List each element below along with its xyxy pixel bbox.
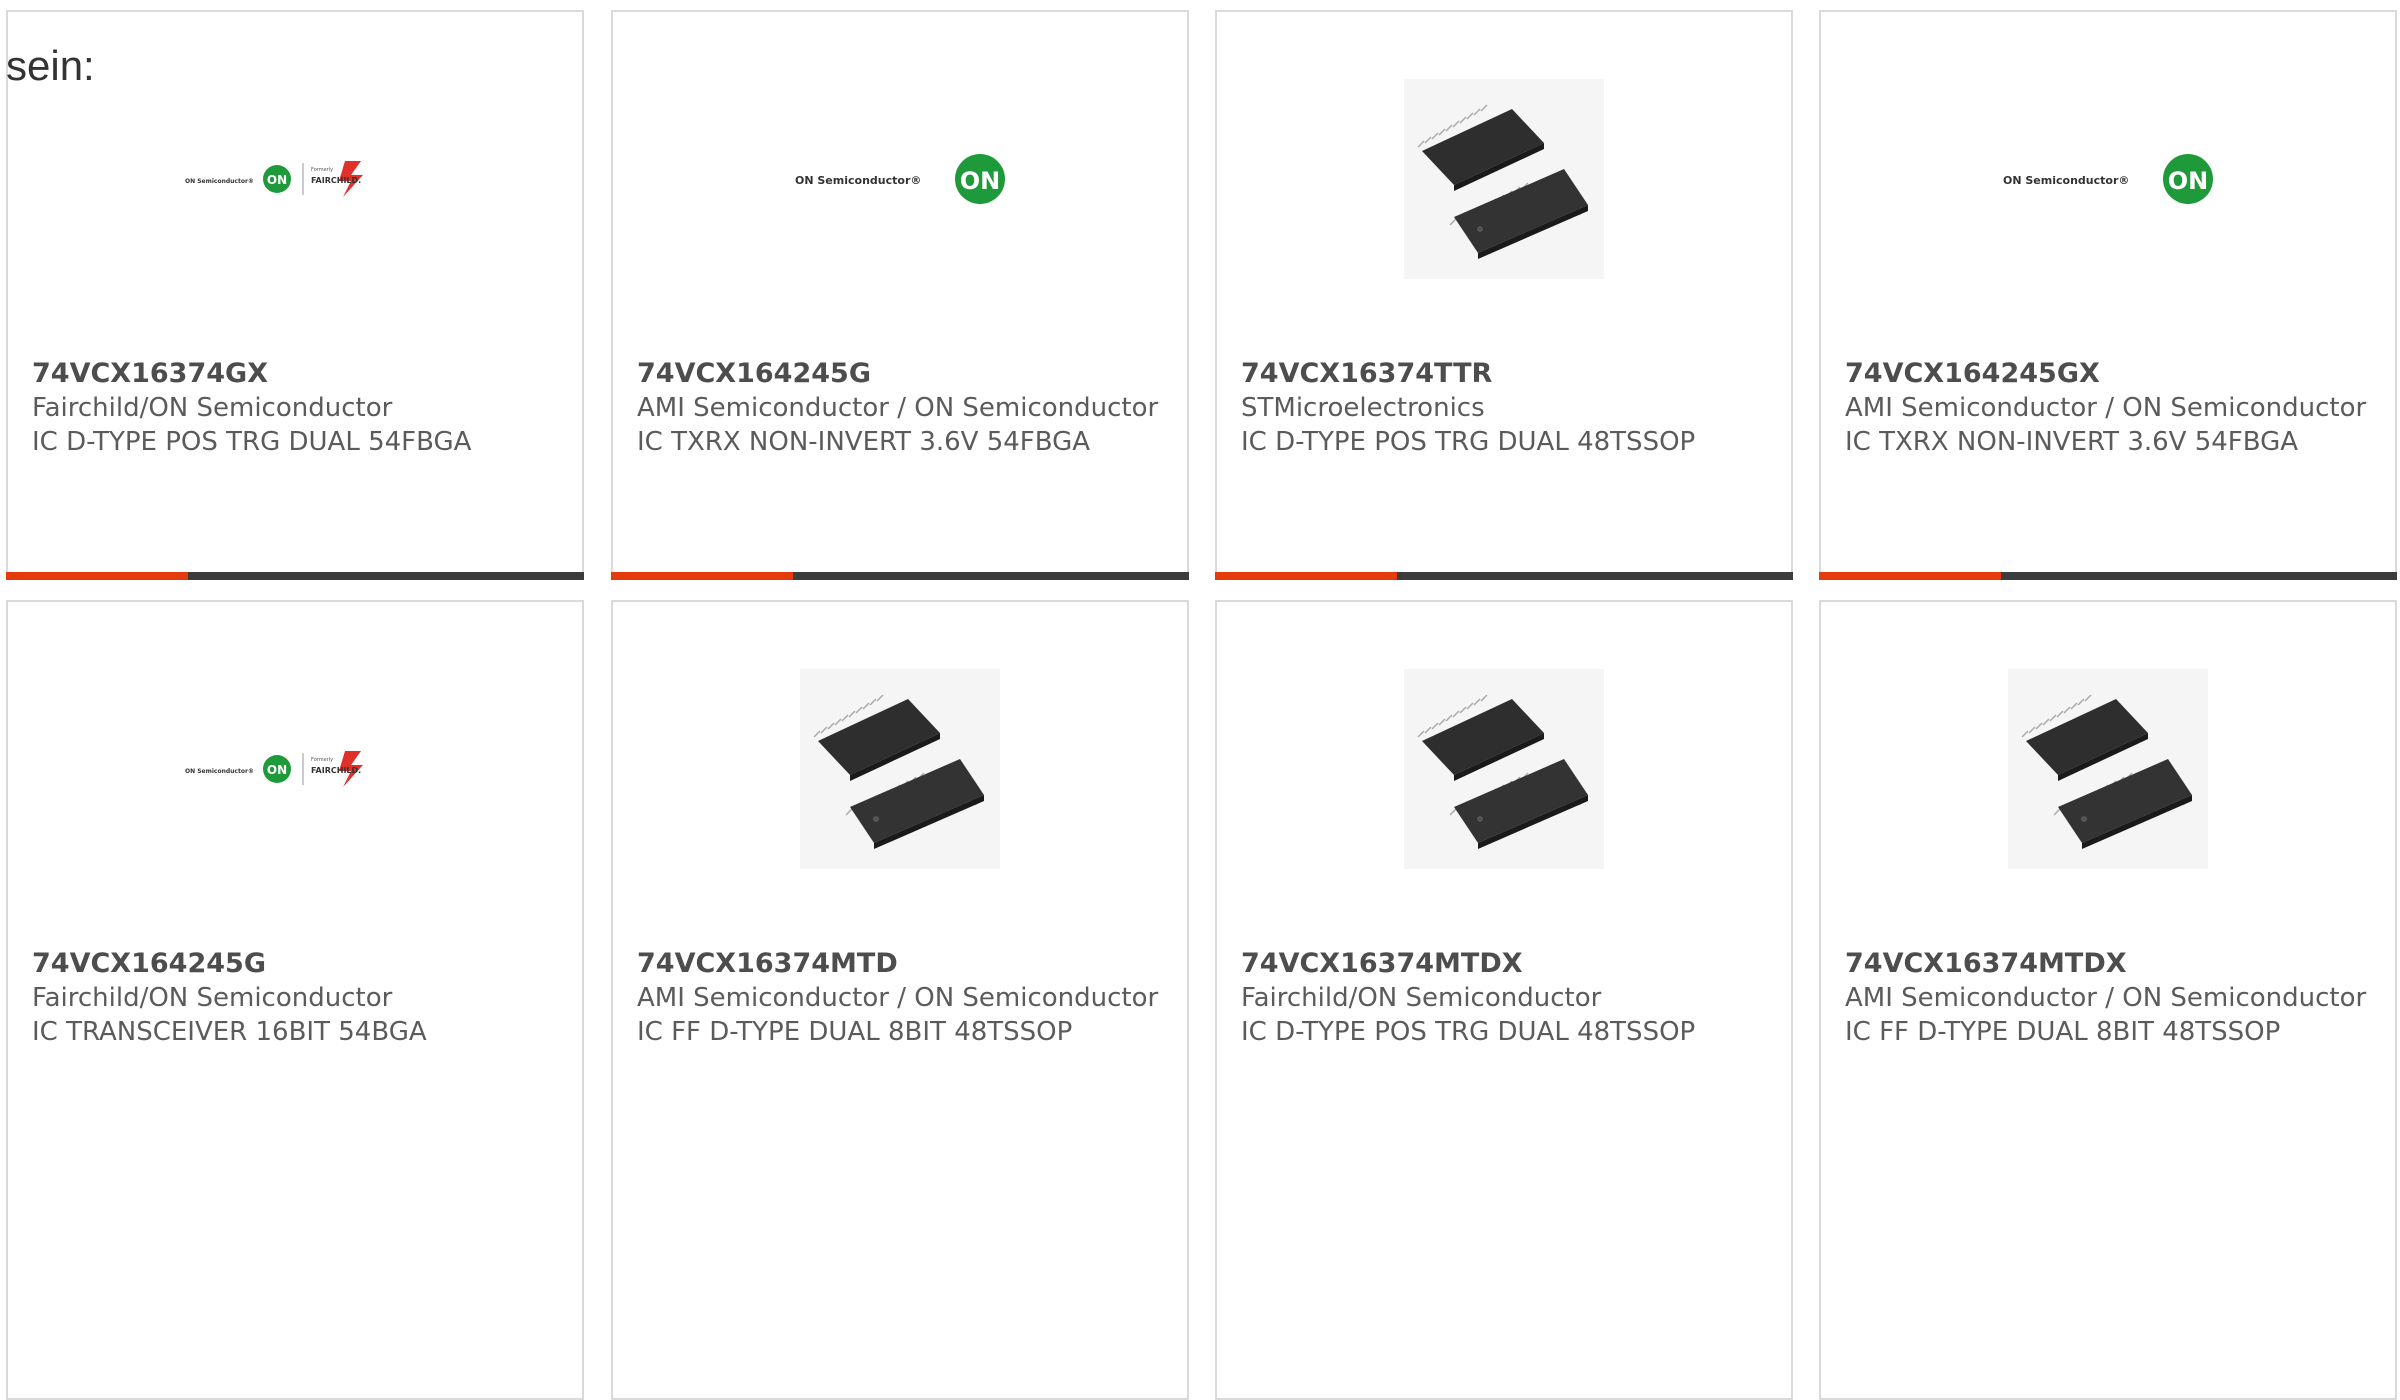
product-card[interactable]: ON Semiconductor® ON 74VCX164245GX AMI S… — [1819, 10, 2397, 580]
product-image: ON Semiconductor® ON — [613, 74, 1187, 284]
onsemi-logo-image: ON Semiconductor® ON — [2003, 154, 2213, 204]
product-image — [1217, 664, 1791, 874]
manufacturer: AMI Semiconductor / ON Semiconductor — [1845, 983, 2367, 1013]
card-bottom-bar — [1215, 572, 1793, 580]
description: IC FF D-TYPE DUAL 8BIT 48TSSOP — [1845, 1017, 2281, 1047]
description: IC D-TYPE POS TRG DUAL 54FBGA — [32, 427, 472, 457]
product-card[interactable]: ON Semiconductor® ON Formerly FAIRCHILD.… — [6, 600, 584, 1400]
part-number: 74VCX16374GX — [32, 358, 269, 389]
tssop-chip-photo — [1404, 669, 1604, 869]
svg-text:ON Semiconductor®: ON Semiconductor® — [185, 768, 254, 775]
product-image: ON Semiconductor® ON Formerly FAIRCHILD. — [8, 74, 582, 284]
product-image: ON Semiconductor® ON Formerly FAIRCHILD. — [8, 664, 582, 874]
manufacturer: Fairchild/ON Semiconductor — [1241, 983, 1602, 1013]
manufacturer: AMI Semiconductor / ON Semiconductor — [1845, 393, 2367, 423]
product-card[interactable]: ON Semiconductor® ON 74VCX164245G AMI Se… — [611, 10, 1189, 580]
part-number: 74VCX16374MTD — [637, 948, 898, 979]
svg-text:Formerly: Formerly — [311, 757, 333, 763]
manufacturer: Fairchild/ON Semiconductor — [32, 983, 393, 1013]
product-card[interactable]: 74VCX16374MTDX Fairchild/ON Semiconducto… — [1215, 600, 1793, 1400]
product-card[interactable]: ON Semiconductor® ON Formerly FAIRCHILD.… — [6, 10, 584, 580]
card-bottom-bar — [6, 572, 584, 580]
svg-text:Formerly: Formerly — [311, 167, 333, 173]
description: IC TXRX NON-INVERT 3.6V 54FBGA — [1845, 427, 2299, 457]
svg-text:ON: ON — [960, 167, 1001, 195]
manufacturer: AMI Semiconductor / ON Semiconductor — [637, 393, 1159, 423]
card-accent-bar — [6, 572, 188, 580]
onsemi-fairchild-logo-image: ON Semiconductor® ON Formerly FAIRCHILD. — [185, 751, 363, 787]
tssop-chip-photo — [800, 669, 1000, 869]
product-card[interactable]: 74VCX16374TTR STMicroelectronics IC D-TY… — [1215, 10, 1793, 580]
card-accent-bar — [1215, 572, 1397, 580]
product-image — [1821, 664, 2395, 874]
card-bottom-bar — [1819, 572, 2397, 580]
svg-text:FAIRCHILD.: FAIRCHILD. — [311, 176, 361, 185]
description: IC D-TYPE POS TRG DUAL 48TSSOP — [1241, 427, 1696, 457]
description: IC D-TYPE POS TRG DUAL 48TSSOP — [1241, 1017, 1696, 1047]
manufacturer: STMicroelectronics — [1241, 393, 1485, 423]
svg-text:ON: ON — [2168, 167, 2209, 195]
tssop-chip-photo — [1404, 79, 1604, 279]
intro-text: sein: — [6, 42, 95, 89]
product-card[interactable]: 74VCX16374MTDX AMI Semiconductor / ON Se… — [1819, 600, 2397, 1400]
svg-text:ON Semiconductor®: ON Semiconductor® — [2003, 174, 2129, 187]
part-number: 74VCX164245G — [32, 948, 266, 979]
svg-text:ON: ON — [267, 763, 287, 777]
part-number: 74VCX164245GX — [1845, 358, 2100, 389]
svg-text:ON Semiconductor®: ON Semiconductor® — [795, 174, 921, 187]
part-number: 74VCX16374MTDX — [1241, 948, 1523, 979]
svg-text:ON: ON — [267, 173, 287, 187]
description: IC FF D-TYPE DUAL 8BIT 48TSSOP — [637, 1017, 1073, 1047]
onsemi-logo-image: ON Semiconductor® ON — [795, 154, 1005, 204]
card-accent-bar — [611, 572, 793, 580]
card-bottom-bar — [611, 572, 1189, 580]
part-number: 74VCX16374MTDX — [1845, 948, 2127, 979]
card-accent-bar — [1819, 572, 2001, 580]
product-image — [613, 664, 1187, 874]
onsemi-fairchild-logo-image: ON Semiconductor® ON Formerly FAIRCHILD. — [185, 161, 363, 197]
svg-text:ON Semiconductor®: ON Semiconductor® — [185, 178, 254, 185]
description: IC TRANSCEIVER 16BIT 54BGA — [32, 1017, 427, 1047]
description: IC TXRX NON-INVERT 3.6V 54FBGA — [637, 427, 1091, 457]
product-card[interactable]: 74VCX16374MTD AMI Semiconductor / ON Sem… — [611, 600, 1189, 1400]
manufacturer: Fairchild/ON Semiconductor — [32, 393, 393, 423]
tssop-chip-photo — [2008, 669, 2208, 869]
product-image: ON Semiconductor® ON — [1821, 74, 2395, 284]
part-number: 74VCX164245G — [637, 358, 871, 389]
product-image — [1217, 74, 1791, 284]
part-number: 74VCX16374TTR — [1241, 358, 1493, 389]
manufacturer: AMI Semiconductor / ON Semiconductor — [637, 983, 1159, 1013]
svg-text:FAIRCHILD.: FAIRCHILD. — [311, 766, 361, 775]
